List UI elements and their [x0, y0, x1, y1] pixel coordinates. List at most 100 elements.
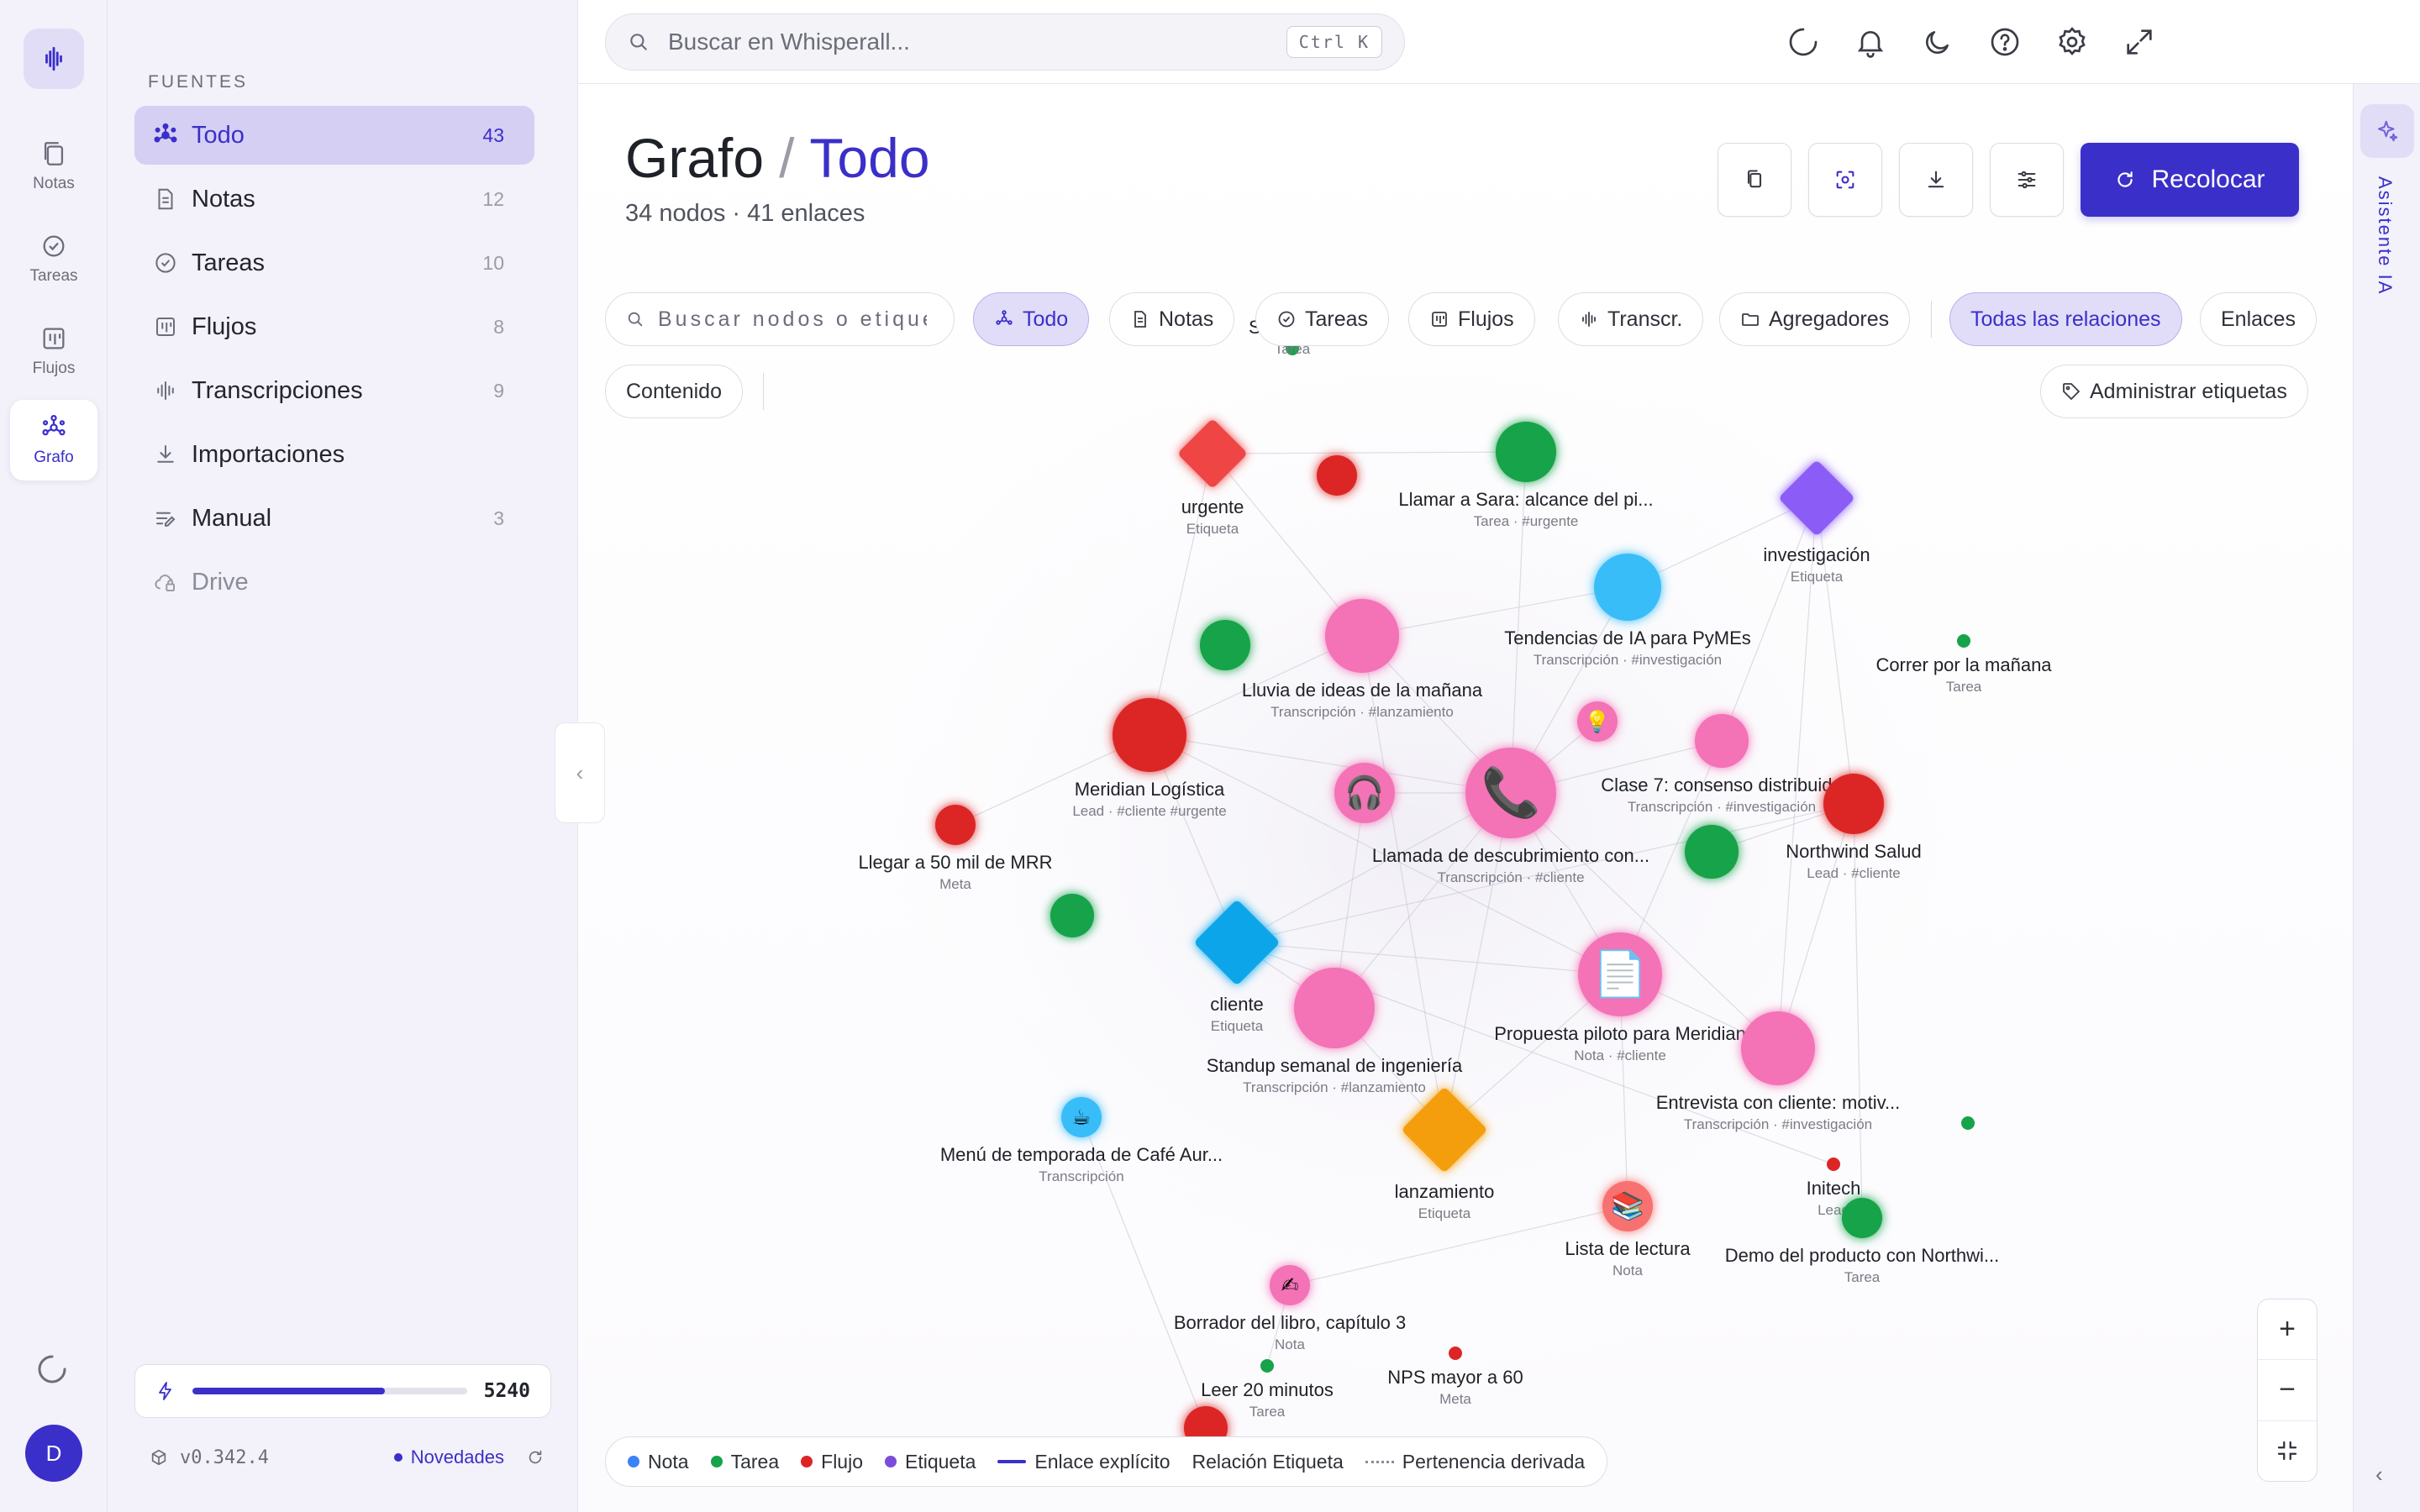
zoom-out-button[interactable]: −	[2258, 1360, 2317, 1421]
chevron-left-icon[interactable]: ‹	[2375, 1462, 2383, 1488]
graph-workspace: Sin azúcarTareaurgenteEtiquetaLlamar a S…	[578, 84, 2353, 1512]
sync-spinner-icon[interactable]	[1786, 25, 1820, 59]
node-label: Llamar a Sara: alcance del pi...	[1398, 489, 1653, 510]
relayout-button[interactable]: Recolocar	[2081, 143, 2299, 217]
tasks-icon	[43, 235, 65, 257]
node-search[interactable]	[605, 292, 955, 346]
loading-spinner-icon	[38, 1355, 66, 1383]
graph-node-red-small[interactable]	[1317, 455, 1357, 496]
global-search-input[interactable]	[668, 29, 1286, 55]
filter-chip-tareas[interactable]: Tareas	[1255, 292, 1390, 346]
relayout-label: Recolocar	[2151, 165, 2265, 193]
focus-button[interactable]	[1808, 143, 1882, 217]
graph-node-green-d[interactable]	[1961, 1116, 1975, 1130]
node-label: Llegar a 50 mil de MRR	[858, 852, 1052, 873]
source-item-notas[interactable]: Notas 12	[134, 170, 534, 228]
node-shape	[1294, 968, 1375, 1048]
rail-item-grafo[interactable]: Grafo	[10, 400, 97, 480]
waveform-icon	[1582, 312, 1596, 327]
source-item-importaciones[interactable]: Importaciones	[134, 425, 534, 484]
source-count: 10	[482, 251, 504, 274]
filter-chip-agregadores[interactable]: Agregadores	[1719, 292, 1911, 346]
legend-derived: Pertenencia derivada	[1365, 1451, 1585, 1473]
node-label: Demo del producto con Northwi...	[1725, 1245, 2000, 1266]
app-logo-waveform-icon[interactable]	[24, 29, 84, 89]
node-label: Lista de lectura	[1565, 1238, 1691, 1259]
help-icon[interactable]	[1988, 25, 2022, 59]
legend-tarea: Tarea	[710, 1451, 779, 1473]
chip-label: Administrar etiquetas	[2090, 379, 2287, 403]
settings-sliders-button[interactable]	[1990, 143, 2064, 217]
node-label: Meridian Logística	[1075, 779, 1225, 800]
export-button[interactable]	[1899, 143, 1973, 217]
node-subtitle: Transcripción · #investigación	[1684, 1116, 1872, 1132]
node-glyph-icon: ✍	[1281, 1273, 1299, 1297]
chip-label: Transcr.	[1607, 307, 1683, 331]
graph-node-green-a[interactable]	[1200, 620, 1250, 670]
flows-icon	[43, 328, 65, 349]
filter-chip-notas[interactable]: Notas	[1109, 292, 1235, 346]
node-subtitle: Tarea	[1249, 1404, 1286, 1420]
graph-node-headphones[interactable]: 🎧	[1334, 763, 1395, 823]
legend-explicit-link: Enlace explícito	[997, 1451, 1171, 1473]
node-shape	[1957, 634, 1970, 648]
legend-tag-relation: Relación Etiqueta	[1192, 1451, 1344, 1473]
zoom-in-button[interactable]: +	[2258, 1299, 2317, 1361]
title-current: Todo	[809, 127, 930, 189]
zoom-controls: + −	[2257, 1299, 2317, 1482]
filter-chip-transcripciones[interactable]: Transcr.	[1558, 292, 1704, 346]
ai-assistant-button[interactable]	[2360, 104, 2414, 158]
graph-legend: Nota Tarea Flujo Etiqueta Enlace explíci…	[605, 1436, 1608, 1487]
bell-icon[interactable]	[1854, 25, 1887, 59]
node-label: NPS mayor a 60	[1387, 1367, 1523, 1388]
node-search-input[interactable]	[658, 307, 927, 332]
source-label: Drive	[192, 568, 249, 596]
collapse-sidebar-button[interactable]: ‹	[555, 722, 605, 823]
source-count: 12	[482, 187, 504, 210]
node-subtitle: Tarea	[1946, 679, 1982, 695]
copy-button[interactable]	[1718, 143, 1791, 217]
fit-view-button[interactable]	[2258, 1421, 2317, 1481]
node-glyph-icon: 💡	[1584, 709, 1610, 733]
refresh-icon[interactable]	[526, 1448, 544, 1467]
node-subtitle: Etiqueta	[1791, 569, 1844, 585]
pen-lines-icon	[156, 512, 176, 527]
rail-item-flujos[interactable]: Flujos	[10, 311, 97, 391]
relation-chip-enlaces[interactable]: Enlaces	[2200, 292, 2317, 346]
relation-chip-todas[interactable]: Todas las relaciones	[1949, 292, 2182, 346]
user-avatar[interactable]: D	[25, 1425, 82, 1482]
graph-node-bulb[interactable]: 💡	[1577, 701, 1618, 742]
expand-icon[interactable]	[2123, 25, 2156, 59]
sliders-icon	[2018, 171, 2036, 189]
credits-bar-fill	[192, 1388, 385, 1394]
relation-chip-contenido[interactable]: Contenido	[605, 365, 743, 418]
news-link[interactable]: Novedades	[393, 1446, 504, 1468]
tag-icon	[2063, 383, 2080, 400]
graph-node-green-b[interactable]	[1685, 825, 1739, 879]
credits-meter: 5240	[134, 1364, 551, 1418]
moon-icon[interactable]	[1921, 25, 1954, 59]
global-search[interactable]: Ctrl K	[605, 13, 1405, 71]
source-item-tareas[interactable]: Tareas 10	[134, 234, 534, 292]
source-item-flujos[interactable]: Flujos 8	[134, 297, 534, 356]
source-item-manual[interactable]: Manual 3	[134, 489, 534, 548]
source-label: Todo	[192, 121, 245, 149]
rail-item-notas[interactable]: Notas	[10, 126, 97, 207]
filter-chip-flujos[interactable]: Flujos	[1408, 292, 1535, 346]
node-subtitle: Etiqueta	[1211, 1018, 1264, 1034]
node-label: Lluvia de ideas de la mañana	[1242, 680, 1483, 701]
cube-icon	[151, 1449, 166, 1466]
source-item-todo[interactable]: Todo 43	[134, 106, 534, 165]
chip-label: Enlaces	[2221, 307, 2296, 331]
filter-chip-todo[interactable]: Todo	[973, 292, 1090, 346]
graph-node-green-c[interactable]	[1050, 894, 1094, 937]
source-item-transcripciones[interactable]: Transcripciones 9	[134, 361, 534, 420]
source-item-drive[interactable]: Drive	[134, 553, 534, 612]
node-shape	[1685, 825, 1739, 879]
manage-tags-button[interactable]: Administrar etiquetas	[2040, 365, 2308, 418]
title-separator: /	[779, 127, 795, 189]
legend-swatch	[1365, 1460, 1394, 1463]
gear-icon[interactable]	[2055, 25, 2089, 59]
rail-item-tareas[interactable]: Tareas	[10, 218, 97, 299]
chip-label: Flujos	[1458, 307, 1514, 331]
